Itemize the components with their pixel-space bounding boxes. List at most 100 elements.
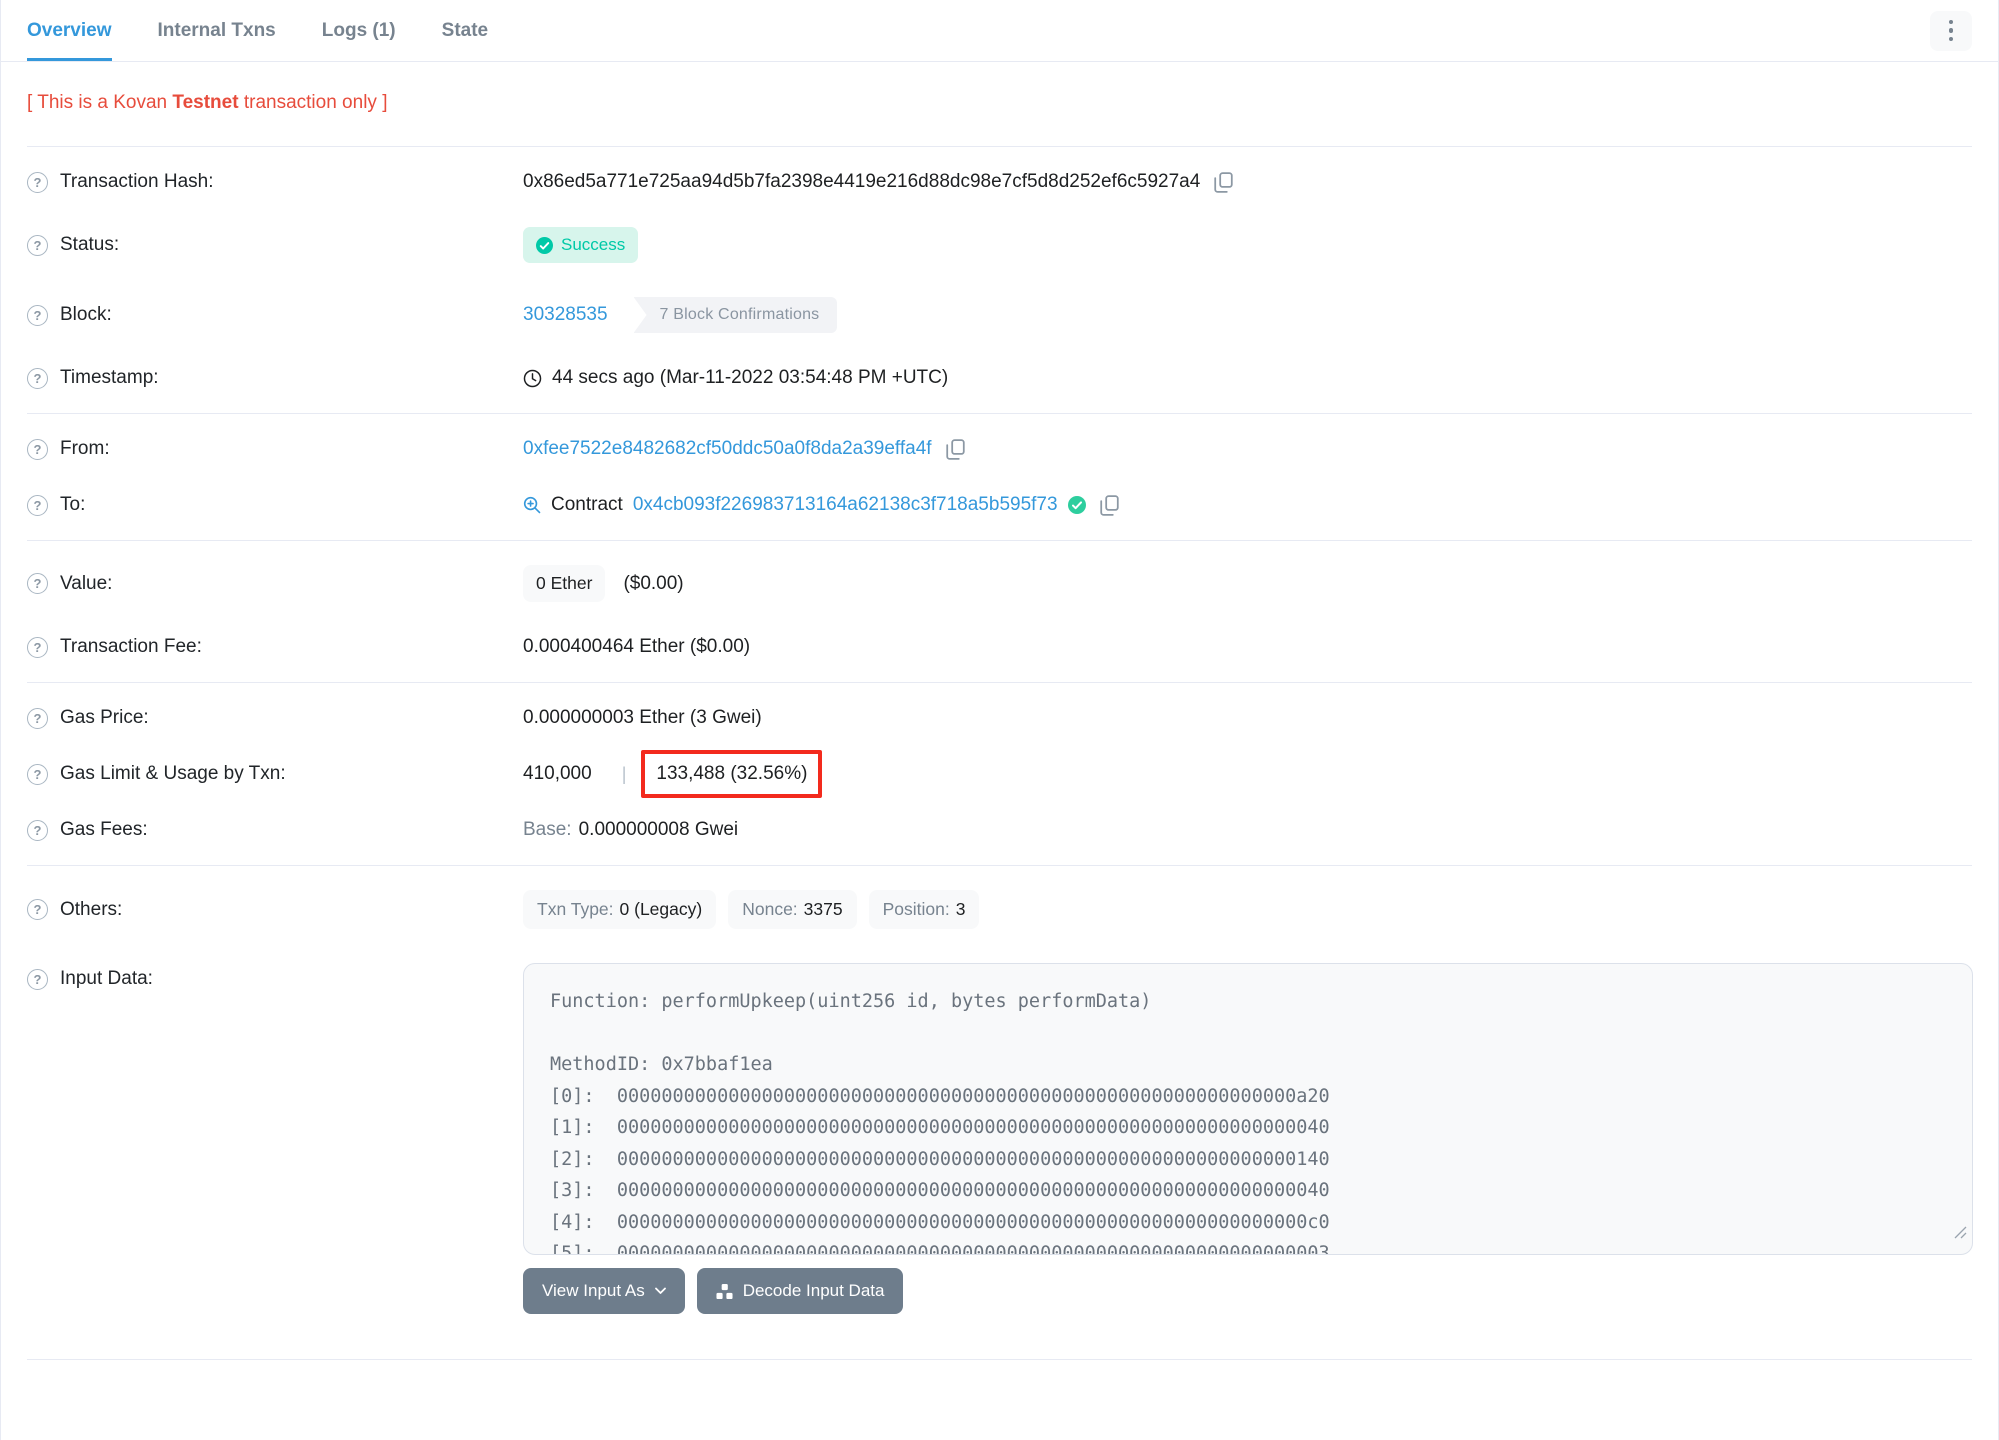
notice-suffix: transaction only ]	[238, 92, 388, 113]
transaction-hash-label: Transaction Hash:	[60, 171, 214, 192]
gas-fees-base-value: 0.000000008 Gwei	[578, 819, 739, 840]
copy-icon[interactable]	[945, 438, 965, 460]
help-icon[interactable]	[27, 968, 48, 990]
more-options-button[interactable]	[1930, 10, 1972, 51]
transaction-fee-label: Transaction Fee:	[60, 636, 202, 657]
status-label: Status:	[60, 234, 120, 255]
tab-overview[interactable]: Overview	[27, 0, 112, 61]
gas-price-value: 0.000000003 Ether (3 Gwei)	[523, 707, 762, 728]
help-icon[interactable]	[27, 367, 48, 389]
help-icon[interactable]	[27, 234, 48, 256]
status-badge: Success	[523, 227, 639, 263]
from-label: From:	[60, 438, 110, 459]
txn-type-value: 0 (Legacy)	[619, 899, 703, 919]
zoom-in-icon[interactable]	[523, 496, 541, 514]
kebab-dot	[1948, 19, 1954, 25]
gas-price-label: Gas Price:	[60, 707, 149, 728]
tab-logs[interactable]: Logs (1)	[322, 0, 396, 61]
kebab-dot	[1948, 36, 1954, 42]
block-label: Block:	[60, 304, 112, 325]
timestamp-value: 44 secs ago (Mar-11-2022 03:54:48 PM +UT…	[552, 367, 949, 388]
input-data-line: [0]: 00000000000000000000000000000000000…	[550, 1085, 1330, 1107]
input-data-line	[550, 1018, 1946, 1050]
row-transaction-fee: Transaction Fee: 0.000400464 Ether ($0.0…	[27, 619, 1972, 675]
bottom-spacer	[27, 1360, 1972, 1393]
notice-bold: Testnet	[172, 92, 239, 113]
block-confirmations-badge: 7 Block Confirmations	[633, 297, 838, 333]
position-badge: Position: 3	[868, 890, 980, 929]
verified-check-icon	[1067, 496, 1086, 514]
position-value: 3	[955, 899, 966, 919]
value-label: Value:	[60, 572, 113, 594]
others-label: Others:	[60, 898, 123, 920]
help-icon[interactable]	[27, 573, 48, 594]
row-others: Others: Txn Type: 0 (Legacy) Nonce: 3375…	[27, 873, 1972, 946]
kebab-dot	[1948, 28, 1954, 33]
row-gas-fees: Gas Fees: Base: 0.000000008 Gwei	[27, 802, 1972, 858]
input-data-line: [4]: 00000000000000000000000000000000000…	[550, 1211, 1330, 1233]
gas-fees-base-label: Base:	[523, 819, 572, 840]
row-value: Value: 0 Ether ($0.00)	[27, 548, 1972, 619]
status-text: Success	[561, 235, 626, 254]
to-address-link[interactable]: 0x4cb093f226983713164a62138c3f718a5b595f…	[633, 494, 1058, 516]
block-number-link[interactable]: 30328535	[523, 304, 608, 326]
tab-internal-txns[interactable]: Internal Txns	[158, 0, 276, 61]
resize-handle-icon[interactable]	[1954, 1218, 1967, 1250]
input-data-line: MethodID: 0x7bbaf1ea	[550, 1054, 773, 1075]
testnet-notice: [ This is a Kovan Testnet transaction on…	[27, 69, 1972, 139]
tab-state[interactable]: State	[442, 0, 488, 61]
row-timestamp: Timestamp: 44 secs ago (Mar-11-2022 03:5…	[27, 350, 1972, 406]
copy-icon[interactable]	[1099, 494, 1119, 516]
tab-bar: Overview Internal Txns Logs (1) State	[1, 0, 1998, 62]
input-data-textarea[interactable]: Function: performUpkeep(uint256 id, byte…	[523, 963, 1973, 1255]
help-icon[interactable]	[27, 438, 48, 460]
help-icon[interactable]	[27, 899, 48, 920]
input-data-label: Input Data:	[60, 968, 153, 989]
gas-limit-value: 410,000	[523, 763, 592, 784]
view-input-as-button[interactable]: View Input As	[523, 1268, 685, 1314]
clock-icon	[523, 369, 542, 387]
help-icon[interactable]	[27, 494, 48, 516]
decode-input-data-label: Decode Input Data	[742, 1281, 885, 1300]
value-usd: ($0.00)	[623, 572, 684, 594]
check-circle-icon	[536, 236, 553, 254]
help-icon[interactable]	[27, 763, 48, 785]
decode-icon	[716, 1283, 733, 1299]
to-type-label: Contract	[551, 494, 623, 515]
row-transaction-hash: Transaction Hash: 0x86ed5a771e725aa94d5b…	[27, 154, 1972, 210]
to-label: To:	[60, 494, 86, 515]
txn-type-badge: Txn Type: 0 (Legacy)	[523, 890, 717, 929]
gas-usage-annotated: 133,488 (32.56%)	[641, 750, 823, 798]
decode-input-data-button[interactable]: Decode Input Data	[696, 1268, 904, 1314]
help-icon[interactable]	[27, 707, 48, 729]
row-from: From: 0xfee7522e8482682cf50ddc50a0f8da2a…	[27, 421, 1972, 477]
nonce-badge: Nonce: 3375	[728, 890, 857, 929]
gas-separator: |	[621, 763, 627, 784]
help-icon[interactable]	[27, 304, 48, 326]
timestamp-label: Timestamp:	[60, 367, 159, 388]
input-data-line: [5]: 00000000000000000000000000000000000…	[550, 1243, 1330, 1255]
nonce-value: 3375	[803, 899, 843, 919]
row-gas-price: Gas Price: 0.000000003 Ether (3 Gwei)	[27, 690, 1972, 746]
input-data-line: [2]: 00000000000000000000000000000000000…	[550, 1148, 1330, 1170]
copy-icon[interactable]	[1214, 171, 1233, 193]
input-data-line: [1]: 00000000000000000000000000000000000…	[550, 1117, 1330, 1138]
gas-usage-value: 133,488 (32.56%)	[656, 763, 808, 784]
from-address-link[interactable]: 0xfee7522e8482682cf50ddc50a0f8da2a39effa…	[523, 438, 932, 460]
chevron-down-icon	[654, 1287, 666, 1294]
view-input-as-label: View Input As	[542, 1281, 645, 1300]
input-data-line: [3]: 00000000000000000000000000000000000…	[550, 1180, 1330, 1201]
help-icon[interactable]	[27, 171, 48, 193]
transaction-fee-value: 0.000400464 Ether ($0.00)	[523, 636, 751, 657]
input-data-line: Function: performUpkeep(uint256 id, byte…	[550, 991, 1152, 1012]
value-badge: 0 Ether	[523, 565, 606, 602]
overview-panel: [ This is a Kovan Testnet transaction on…	[1, 62, 1998, 1393]
row-block: Block: 30328535 7 Block Confirmations	[27, 280, 1972, 350]
row-status: Status: Success	[27, 210, 1972, 280]
txn-type-label: Txn Type:	[537, 899, 614, 919]
help-icon[interactable]	[27, 819, 48, 841]
row-to: To: Contract 0x4cb093f226983713164a62138…	[27, 477, 1972, 533]
help-icon[interactable]	[27, 636, 48, 658]
transaction-hash-value: 0x86ed5a771e725aa94d5b7fa2398e4419e216d8…	[523, 171, 1201, 192]
row-input-data: Input Data: Function: performUpkeep(uint…	[27, 946, 1973, 1352]
